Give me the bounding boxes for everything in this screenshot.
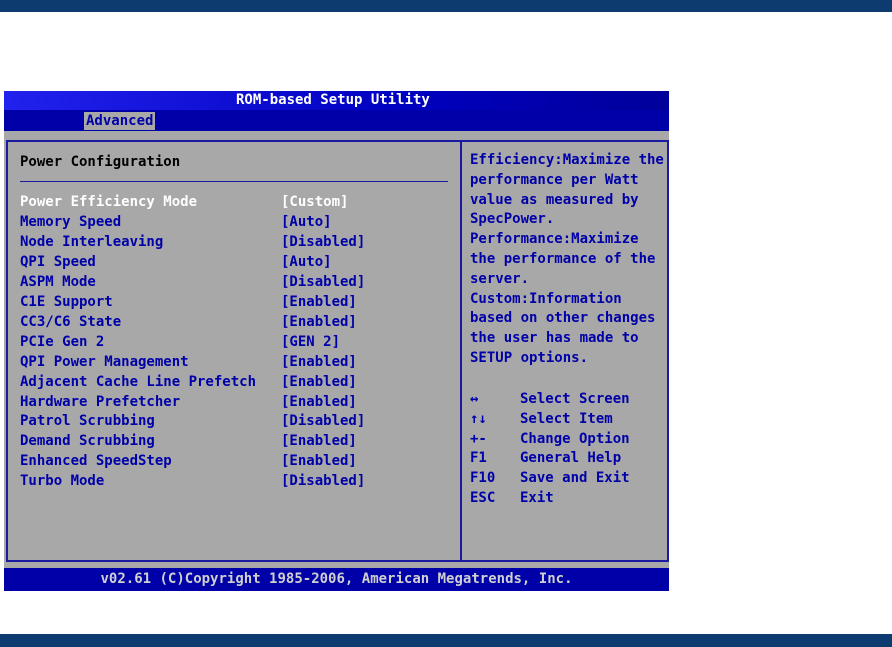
setting-row[interactable]: ASPM Mode [Disabled]	[20, 272, 365, 292]
title-bar: ROM-based Setup Utility	[4, 91, 669, 110]
setting-value[interactable]: [Disabled]	[281, 232, 365, 252]
copyright-footer: v02.61 (C)Copyright 1985-2006, American …	[4, 568, 669, 591]
setting-label: Adjacent Cache Line Prefetch	[20, 373, 257, 390]
setting-row[interactable]: Node Interleaving [Disabled]	[20, 232, 365, 252]
setting-row[interactable]: Turbo Mode [Disabled]	[20, 471, 365, 491]
key-description: Select Screen	[520, 391, 630, 407]
setting-label: Turbo Mode	[20, 473, 105, 490]
setting-label: Power Efficiency Mode	[20, 194, 198, 210]
key-legend-item: F1 General Help	[470, 449, 660, 469]
setting-value[interactable]: [Enabled]	[281, 352, 357, 372]
setting-row[interactable]: Patrol Scrubbing [Disabled]	[20, 411, 365, 431]
setting-value[interactable]: [Enabled]	[281, 312, 357, 332]
key-name: ↔	[470, 391, 479, 407]
setting-row[interactable]: Demand Scrubbing [Enabled]	[20, 431, 357, 451]
setting-value[interactable]: [Enabled]	[281, 431, 357, 451]
setting-label: Demand Scrubbing	[20, 433, 155, 450]
setting-value[interactable]: [Disabled]	[281, 471, 365, 491]
help-text: Efficiency:Maximize the performance per …	[470, 152, 664, 366]
key-legend-item: F10 Save and Exit	[470, 469, 660, 489]
setting-row[interactable]: CC3/C6 State [Enabled]	[20, 312, 357, 332]
setting-value[interactable]: [Enabled]	[281, 372, 357, 392]
setting-label: QPI Speed	[20, 253, 96, 270]
key-name: ↑↓	[470, 410, 487, 427]
heading-underline	[20, 181, 448, 182]
key-legend-item: ↑↓ Select Item	[470, 410, 660, 430]
key-name: ESC	[470, 489, 496, 506]
title-text: ROM-based Setup Utility	[236, 92, 430, 108]
setting-value[interactable]: [Disabled]	[281, 272, 365, 292]
key-name: +-	[470, 430, 487, 447]
key-name: F1	[470, 450, 487, 467]
setting-row[interactable]: QPI Speed [Auto]	[20, 252, 332, 272]
section-heading: Power Configuration	[20, 154, 181, 170]
key-description: Save and Exit	[520, 470, 630, 487]
setting-row[interactable]: Hardware Prefetcher [Enabled]	[20, 392, 357, 412]
tab-bar: Advanced	[4, 110, 669, 131]
content-frame: Power Configuration Power Efficiency Mod…	[6, 140, 669, 562]
setting-value[interactable]: [Enabled]	[281, 292, 357, 312]
setting-value[interactable]: [Auto]	[281, 212, 332, 232]
top-banner	[0, 0, 892, 12]
setting-value[interactable]: [Disabled]	[281, 411, 365, 431]
key-description: Change Option	[520, 430, 630, 447]
setting-row[interactable]: Enhanced SpeedStep [Enabled]	[20, 451, 357, 471]
key-description: General Help	[520, 450, 622, 467]
setting-value[interactable]: [Enabled]	[281, 451, 357, 471]
key-legend-item: ESC Exit	[470, 489, 660, 509]
bottom-banner	[0, 634, 892, 647]
setting-row[interactable]: Adjacent Cache Line Prefetch [Enabled]	[20, 372, 357, 392]
setting-value[interactable]: [Auto]	[281, 252, 332, 272]
setting-label: QPI Power Management	[20, 353, 189, 370]
setting-row[interactable]: PCIe Gen 2 [GEN 2]	[20, 332, 340, 352]
setting-label: Node Interleaving	[20, 233, 164, 250]
setting-label: Memory Speed	[20, 213, 122, 230]
setting-row[interactable]: QPI Power Management [Enabled]	[20, 352, 357, 372]
setting-row[interactable]: Power Efficiency Mode [Custom]	[20, 192, 348, 212]
key-description: Select Item	[520, 410, 613, 427]
setting-row[interactable]: Memory Speed [Auto]	[20, 212, 332, 232]
setting-label: Hardware Prefetcher	[20, 393, 181, 410]
setting-value[interactable]: [Enabled]	[281, 392, 357, 412]
key-legend-item: ↔ Select Screen	[470, 390, 660, 410]
tab-advanced[interactable]: Advanced	[84, 112, 156, 130]
key-description: Exit	[520, 489, 554, 506]
setting-value[interactable]: [GEN 2]	[281, 332, 340, 352]
setting-label: ASPM Mode	[20, 273, 96, 290]
setting-label: Enhanced SpeedStep	[20, 453, 172, 470]
divider	[460, 142, 462, 560]
key-name: F10	[470, 470, 496, 487]
setting-label: Patrol Scrubbing	[20, 413, 155, 430]
setting-label: PCIe Gen 2	[20, 333, 105, 350]
setting-value[interactable]: [Custom]	[281, 192, 348, 212]
key-legend-item: +- Change Option	[470, 430, 660, 450]
setting-row[interactable]: C1E Support [Enabled]	[20, 292, 357, 312]
key-legend: ↔ Select Screen ↑↓ Select Item +- Change Opti…	[470, 390, 660, 509]
setting-label: C1E Support	[20, 293, 113, 310]
setting-label: CC3/C6 State	[20, 313, 122, 330]
bios-setup-screen: ROM-based Setup Utility Advanced Power C…	[4, 91, 669, 591]
